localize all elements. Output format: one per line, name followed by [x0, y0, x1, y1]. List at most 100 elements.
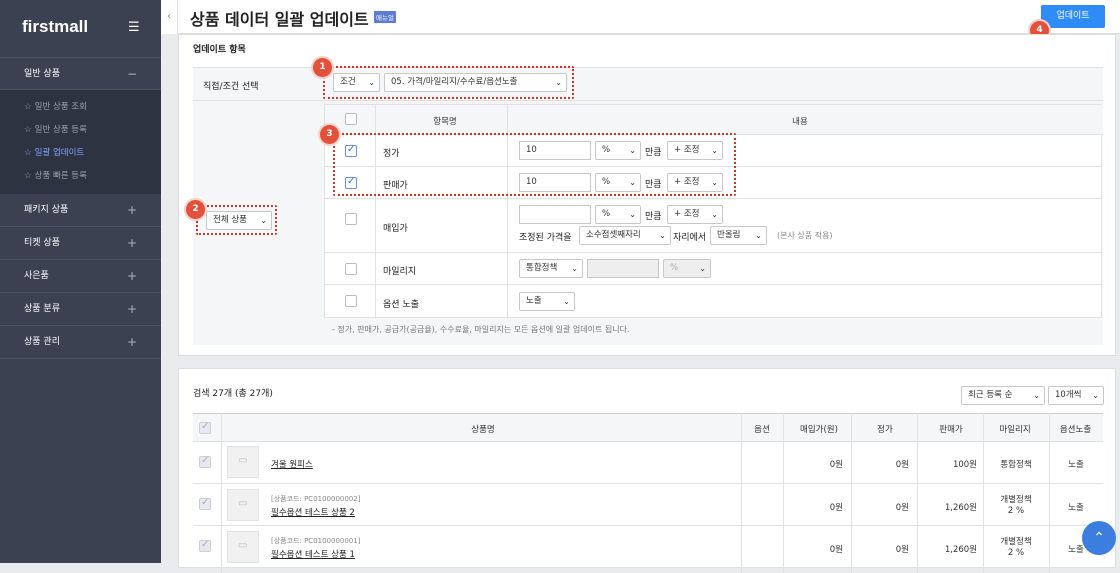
col-header: 상품명 [471, 425, 495, 435]
col-header: 옵션노출 [1059, 425, 1092, 435]
product-link[interactable]: 겨울 원피스 [271, 458, 313, 470]
mileage-value: 개별정책 [1000, 537, 1032, 547]
row-label: 마일리지 [383, 267, 417, 277]
unit-select[interactable]: % ⌄ [663, 259, 711, 278]
results-panel: 검색 27개 (총 27개) 최근 등록 순⌄ 10개씩⌄ 상품명 옵션 매입가… [178, 368, 1116, 573]
menu-ticket-products[interactable]: 티켓 상품 + [0, 227, 161, 260]
result-count: 검색 27개 (총 27개) [193, 389, 273, 399]
amount-input[interactable] [519, 205, 591, 224]
price-value: 0원 [895, 460, 909, 470]
col-header: 정가 [877, 425, 893, 435]
row-checkbox[interactable] [345, 213, 357, 225]
select-label: 직접/조건 선택 [203, 82, 259, 92]
star-icon: ☆ [24, 125, 32, 135]
select-all-checkbox[interactable] [345, 113, 357, 125]
table-header: 상품명 옵션 매입가(원) 정가 판매가 마일리지 옵션노출 [193, 413, 1103, 442]
chevron-down-icon: ⌄ [563, 297, 570, 306]
col-header: 마일리지 [999, 425, 1031, 435]
highlight-box [333, 133, 736, 196]
sale-value: 1,260원 [944, 545, 977, 555]
product-link[interactable]: 필수옵션 테스트 상품 2 [271, 506, 355, 518]
grid-row: 옵션 노출 노출 ⌄ [325, 285, 1103, 318]
row-label: 매입가 [383, 224, 408, 234]
update-button[interactable]: 업데이트 [1041, 5, 1105, 28]
submenu-item[interactable]: ☆ 일반 상품 등록 [0, 119, 161, 142]
col-header: 매입가(원) [800, 425, 838, 435]
row-checkbox[interactable] [199, 497, 211, 510]
image-icon [227, 489, 259, 521]
per-page-select[interactable]: 10개씩 ⌄ [1048, 386, 1104, 405]
grid-row: 매입가 % ⌄ 만큼 + 조정 ⌄ 조정된 가격을 소수점셋째자리 ⌄ 자리에서 반올… [325, 199, 1103, 253]
expand-icon[interactable]: + [127, 260, 137, 293]
unit-select[interactable]: % ⌄ [595, 205, 641, 224]
step-badge: 2 [186, 200, 205, 219]
expose-value: 노출 [1068, 460, 1084, 470]
menu-general-products[interactable]: 일반 상품 − [0, 57, 161, 90]
note-text: (본사 상품 적용) [777, 231, 833, 240]
text: 조정된 가격을 [519, 233, 572, 243]
operation-select[interactable]: + 조정 ⌄ [667, 205, 723, 224]
row-checkbox[interactable] [199, 539, 211, 552]
star-icon: ☆ [24, 102, 32, 112]
chevron-down-icon: ⌄ [755, 231, 762, 240]
star-icon: ☆ [24, 148, 32, 158]
policy-select[interactable]: 통합정책 ⌄ [519, 259, 583, 278]
expand-icon[interactable]: + [127, 293, 137, 326]
col-header: 옵션 [754, 425, 770, 435]
menu-product-management[interactable]: 상품 관리 + [0, 326, 161, 359]
step-badge: 3 [320, 125, 339, 144]
expand-icon[interactable]: + [127, 227, 137, 260]
manual-badge[interactable]: 매뉴얼 [374, 11, 396, 23]
text: 자리에서 [673, 233, 707, 243]
chevron-left-icon[interactable]: ‹ [161, 0, 178, 34]
top-bar: 상품 데이터 일괄 업데이트 매뉴얼 업데이트 [178, 0, 1120, 34]
row-checkbox[interactable] [345, 263, 357, 275]
collapse-icon[interactable]: − [127, 58, 137, 91]
expose-select[interactable]: 노출 ⌄ [519, 292, 575, 311]
product-code: [상품코드: PC0100000001] [271, 537, 361, 545]
row-checkbox[interactable] [345, 295, 357, 307]
sidebar: firstmall ☰ 일반 상품 − ☆ 일반 상품 조회 ☆ 일반 상품 등록 … [0, 0, 161, 563]
grid-row: 마일리지 통합정책 ⌄ % ⌄ [325, 253, 1103, 285]
expand-icon[interactable]: + [127, 326, 137, 359]
submenu-item-active[interactable]: ☆ 일괄 업데이트 [0, 142, 161, 165]
product-link[interactable]: 필수옵션 테스트 상품 1 [271, 548, 355, 560]
mileage-value: 통합정책 [1000, 460, 1032, 470]
chevron-down-icon: ⌄ [1092, 391, 1099, 400]
mileage-input[interactable] [587, 259, 659, 278]
col-header: 항목명 [433, 117, 457, 127]
text: 만큼 [645, 212, 662, 222]
hamburger-icon[interactable]: ☰ [128, 20, 140, 35]
chevron-down-icon: ⌄ [699, 264, 706, 273]
table-row: [상품코드: PC0100000001] 필수옵션 테스트 상품 1 0원 0원… [193, 526, 1103, 568]
chevron-up-icon[interactable]: ⌃ [1082, 521, 1116, 555]
page-title: 상품 데이터 일괄 업데이트 [190, 10, 369, 29]
menu-package-products[interactable]: 패키지 상품 + [0, 194, 161, 227]
submenu-item[interactable]: ☆ 상품 빠른 등록 [0, 165, 161, 188]
menu-label: 일반 상품 [24, 69, 60, 79]
mileage-rate: 2 % [1007, 548, 1025, 558]
table-row: 겨울 원피스 0원 0원 100원 통합정책 노출 [193, 442, 1103, 484]
menu-categories[interactable]: 상품 분류 + [0, 293, 161, 326]
round-select[interactable]: 반올림 ⌄ [710, 226, 767, 245]
cost-value: 0원 [829, 503, 843, 513]
section-title: 업데이트 항목 [193, 45, 246, 55]
sort-select[interactable]: 최근 등록 순 ⌄ [961, 386, 1045, 405]
menu-gifts[interactable]: 사은품 + [0, 260, 161, 293]
submenu-item[interactable]: ☆ 일반 상품 조회 [0, 96, 161, 119]
chevron-down-icon: ⌄ [1033, 391, 1040, 400]
footnote: - 정가, 판매가, 공급가(공급율), 수수료율, 마일리지는 모든 옵션에 … [332, 325, 630, 334]
row-checkbox[interactable] [199, 455, 211, 468]
cost-value: 0원 [829, 460, 843, 470]
highlight-box [196, 205, 277, 235]
cost-value: 0원 [829, 545, 843, 555]
star-icon: ☆ [24, 171, 32, 181]
expand-icon[interactable]: + [127, 194, 137, 227]
digit-select[interactable]: 소수점셋째자리 ⌄ [579, 226, 671, 245]
sale-value: 100원 [952, 460, 977, 470]
col-header: 내용 [792, 117, 808, 127]
mileage-value: 개별정책 [1000, 495, 1032, 505]
grid-header: 항목명 내용 [325, 105, 1103, 135]
logo[interactable]: firstmall [22, 17, 88, 37]
select-all-checkbox[interactable] [199, 421, 211, 434]
